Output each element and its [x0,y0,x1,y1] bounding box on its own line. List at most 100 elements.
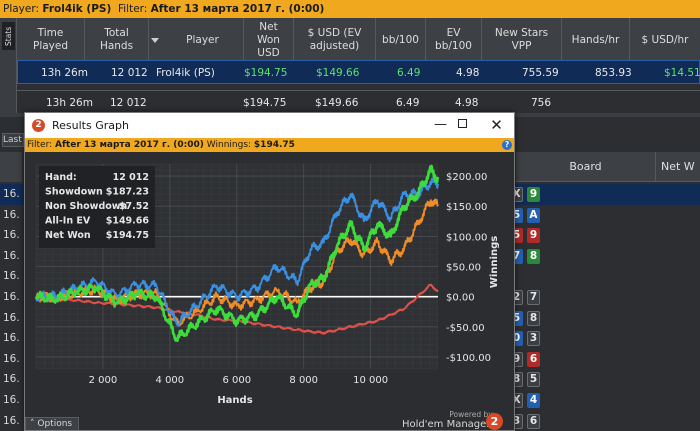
x-tick-label: 4 000 [156,375,185,386]
stats-tab[interactable]: Stats [2,22,15,50]
y-tick-label: -$50.00 [446,323,485,334]
board-card: A [527,207,540,223]
row-date: 16. [3,414,20,427]
row-date: 16. [3,270,20,283]
info-value: $187.23 [106,187,149,198]
cell-total-hands: 12 012 [111,67,148,79]
board-card: 8 [527,310,540,326]
info-label: Showdown [45,187,103,198]
cell-ev-bb-100: 4.98 [456,67,480,79]
player-filter-bar: Player: Frol4ik (PS) Filter: After 13 ма… [0,0,700,18]
cell-bb-100: 6.49 [397,67,421,79]
y-tick-label: $0.00 [446,293,475,304]
options-button[interactable]: ˄ Options [25,417,79,430]
row-date: 16. [3,311,20,324]
row-date: 16. [3,188,20,200]
col-time-played[interactable]: Time Played [17,18,85,62]
row-date: 16. [3,352,20,365]
info-label: Net Won [45,230,91,241]
y-tick-label: -$100.00 [446,353,491,364]
board-card: 7 [527,290,540,305]
filter-value[interactable]: After 13 марта 2017 г. (0:00) [151,3,325,15]
info-label: Hand: [45,172,77,183]
results-chart[interactable]: $200.00 $150.00 $100.00 $50.00 $0.00 -$50.00 -… [25,152,514,414]
cell-vpp: 755.59 [522,67,559,79]
cell-usd-hr: $14.51 [664,67,700,79]
col-net-won-usd[interactable]: Net Won USD [244,18,294,62]
window-title: Results Graph [52,119,129,132]
y-tick-label: $200.00 [446,172,487,183]
board-card: 9 [527,187,540,202]
col-usd-ev-adjusted[interactable]: $ USD (EV adjusted) [294,18,376,62]
winnings-value: $194.75 [253,140,295,150]
x-tick-label: 2 000 [89,375,118,386]
row-date: 16. [3,208,20,221]
info-value: 12 012 [113,172,149,183]
winnings-label: Winnings: [206,140,252,150]
info-label: All-In EV [45,216,91,227]
cell-hands-hr: 853.93 [595,67,632,79]
col-total-hands[interactable]: Total Hands [85,18,149,62]
y-tick-label: $100.00 [446,232,487,243]
col-ev-bb-100[interactable]: EV bb/100 [426,18,482,62]
col-hands-per-hour[interactable]: Hands/hr [562,18,630,62]
x-tick-label: 6 000 [222,375,251,386]
board-card: 5 [527,372,540,388]
brand-logo-icon: 2 [486,413,503,430]
stats-table-header: Time Played Total Hands Player Net Won U… [17,18,700,62]
graph-filter-bar: Filter: After 13 марта 2017 г. (0:00) Wi… [25,138,514,152]
results-graph-window: 2 Results Graph — ✕ Filter: After 13 мар… [24,112,515,431]
board-card: 9 [527,228,540,244]
col-new-stars-vpp[interactable]: New Stars VPP [482,18,562,62]
row-date: 16. [3,394,20,406]
x-tick-label: 8 000 [289,375,318,386]
total-vpp: 756 [531,97,552,109]
x-axis-label: Hands [217,395,252,406]
board-card: 6 [527,351,540,367]
cell-player: Frol4ik (PS) [156,67,215,79]
row-date: 16. [3,291,20,303]
close-icon[interactable]: ✕ [479,113,514,138]
board-card: 3 [527,331,540,347]
row-date: 16. [3,332,20,345]
y-tick-label: $50.00 [446,263,481,274]
row-date: 16. [3,373,20,386]
graph-filter-value[interactable]: After 13 марта 2017 г. (0:00) [55,140,204,150]
stats-row-selected[interactable]: 13h 26m 12 012 Frol4ik (PS) $194.75 $149… [17,60,700,84]
col-net-won[interactable]: Net W [661,152,695,182]
board-card: 4 [527,393,540,408]
filter-label: Filter: [117,3,148,15]
x-tick-label: 10 000 [353,375,388,386]
player-name[interactable]: Frol4ik (PS) [42,3,111,15]
tab-last[interactable]: Last [2,133,24,147]
col-usd-per-hour[interactable]: $ USD/hr [630,18,700,62]
info-value: $7.52 [119,201,149,212]
hm2-logo-icon: 2 [32,119,45,132]
row-date: 16. [3,229,20,242]
hands-table-header: Board Net W [516,152,700,182]
board-card: 8 [527,248,540,264]
brand-name: Hold'em Manager [402,419,491,430]
player-label: Player: [3,3,40,15]
cell-net-won: $194.75 [244,67,288,79]
maximize-icon[interactable] [445,113,480,138]
col-player[interactable]: Player [162,18,244,62]
graph-filter-label: Filter: [27,140,53,150]
col-board[interactable]: Board [516,152,656,182]
stats-side-strip: Stats [0,18,17,113]
info-value: $194.75 [106,230,149,241]
info-label: Non Showdown [45,201,128,212]
hands-left-header [0,152,22,182]
sort-desc-icon[interactable] [151,38,159,43]
info-value: $149.66 [106,216,150,227]
cell-ev-adjusted: $149.66 [316,67,360,79]
stats-row-total: 13h 26m 12 012 $194.75 $149.66 6.49 4.98… [17,90,700,114]
help-icon[interactable]: ? [502,140,512,150]
y-tick-label: $150.00 [446,202,487,213]
window-titlebar[interactable]: 2 Results Graph — ✕ [25,113,514,138]
cell-time-played: 13h 26m [41,67,88,79]
col-bb-100[interactable]: bb/100 [376,18,426,62]
row-date: 16. [3,249,20,262]
board-card: 6 [527,413,540,429]
options-label: Options [37,419,73,429]
